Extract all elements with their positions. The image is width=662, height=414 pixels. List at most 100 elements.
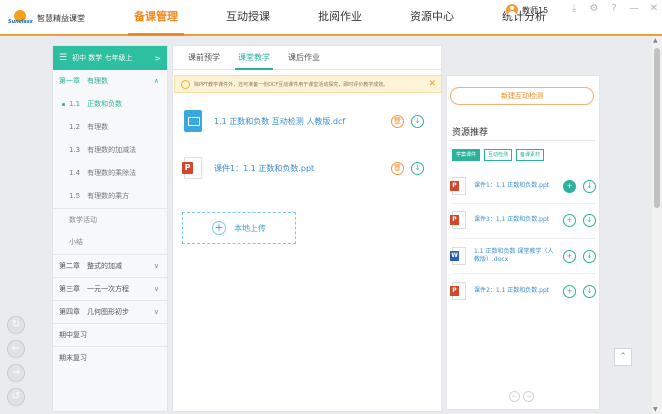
scroll-up-icon[interactable]: ▲ bbox=[653, 37, 658, 44]
lightbulb-icon bbox=[181, 79, 190, 89]
tree-chapter[interactable]: 第四章 几何图形初步 ∨ bbox=[53, 300, 167, 323]
avatar-icon bbox=[506, 4, 518, 16]
download-icon[interactable]: ⤓ bbox=[568, 3, 580, 15]
scrollbar[interactable]: ▲ ▼ bbox=[652, 36, 662, 414]
tree-chapter[interactable]: 期中复习 bbox=[53, 323, 167, 346]
delete-icon[interactable]: 🗑 bbox=[391, 114, 404, 128]
menu-icon: ☰ bbox=[59, 53, 68, 63]
tree-section[interactable]: 1.3 有理数的加减法 bbox=[53, 139, 167, 162]
tab-in-class[interactable]: 课堂教学 bbox=[229, 46, 279, 70]
forward-icon[interactable]: → bbox=[7, 364, 25, 382]
gear-icon[interactable]: ⚙ bbox=[588, 3, 600, 15]
ppt-file-icon bbox=[182, 157, 202, 179]
file-item[interactable]: 1.1 正数和负数 互动检测 人教版.dcf 🗑 ↓ bbox=[184, 108, 424, 134]
resource-item[interactable]: 课件3：1.1 正数和负数.ppt + ↓ bbox=[450, 209, 596, 231]
logo-mark: Sunclass bbox=[8, 10, 34, 26]
chapter-tree: ☰ 初中 数学 七年级上 > 第一章 有理数 ∧ 1.1 正数和负数 1.2 有理数 1… bbox=[52, 45, 168, 412]
download-icon[interactable]: ↓ bbox=[583, 213, 596, 227]
delete-icon[interactable]: 🗑 bbox=[391, 161, 404, 175]
download-icon[interactable]: ↓ bbox=[583, 179, 596, 193]
chevron-down-icon: ∨ bbox=[153, 308, 159, 316]
scroll-down-icon[interactable]: ▼ bbox=[653, 406, 658, 413]
app-name: 智慧精益课堂 bbox=[37, 13, 85, 23]
plus-icon: + bbox=[212, 221, 226, 235]
file-name[interactable]: 课件1：1.1 正数和负数.ppt bbox=[214, 163, 384, 174]
ppt-file-icon bbox=[450, 177, 466, 195]
tree-item-label: 1.4 有理数的乘除法 bbox=[69, 169, 137, 177]
user-menu[interactable]: 教师15 bbox=[506, 4, 548, 16]
ppt-file-icon bbox=[450, 282, 466, 300]
tree-item-label: 1.2 有理数 bbox=[69, 123, 109, 131]
resource-item[interactable]: 课件1：1.1 正数和负数.ppt + ↓ bbox=[450, 175, 596, 197]
tree-section[interactable]: 1.1 正数和负数 bbox=[53, 93, 167, 116]
download-icon[interactable]: ↓ bbox=[583, 249, 596, 263]
local-upload-button[interactable]: + 本地上传 bbox=[182, 212, 296, 244]
tree-section[interactable]: 1.4 有理数的乘除法 bbox=[53, 162, 167, 185]
back-icon[interactable]: ← bbox=[7, 340, 25, 358]
tree-item-label: 1.1 正数和负数 bbox=[69, 100, 123, 108]
ppt-file-icon bbox=[450, 211, 466, 229]
help-icon[interactable]: ? bbox=[608, 3, 620, 15]
tree-item-label: 小结 bbox=[69, 238, 83, 246]
filter-interactive-test[interactable]: 互动检测 bbox=[484, 149, 513, 161]
tree-list: 第一章 有理数 ∧ 1.1 正数和负数 1.2 有理数 1.3 有理数的加减法 1.4 有… bbox=[53, 70, 167, 369]
close-icon[interactable]: ✕ bbox=[428, 79, 436, 89]
tree-section[interactable]: 小结 bbox=[53, 231, 167, 254]
tip-banner: 除PPT教学课件外，还可准备一份DCF互动课件用于课堂活动探究，即时评价教学成效… bbox=[174, 75, 442, 93]
upload-label: 本地上传 bbox=[234, 223, 266, 233]
tab-after-class[interactable]: 课后作业 bbox=[279, 46, 329, 69]
divider bbox=[452, 203, 596, 204]
resource-pager: ← → bbox=[509, 391, 534, 402]
user-name: 教师15 bbox=[522, 5, 549, 15]
tree-item-label: 第一章 有理数 bbox=[59, 77, 108, 85]
add-icon[interactable]: + bbox=[563, 284, 576, 298]
tree-item-label: 第二章 整式的加减 bbox=[59, 262, 122, 270]
tree-section[interactable]: 数学活动 bbox=[53, 208, 167, 231]
prev-page-icon[interactable]: ← bbox=[509, 391, 520, 402]
tree-section[interactable]: 1.2 有理数 bbox=[53, 116, 167, 139]
tab-pre-class[interactable]: 课前预学 bbox=[179, 46, 229, 69]
chevron-down-icon: ∨ bbox=[153, 285, 159, 293]
filter-materials[interactable]: 备课素材 bbox=[516, 149, 545, 161]
download-icon[interactable]: ↓ bbox=[411, 161, 424, 175]
add-icon[interactable]: + bbox=[563, 249, 576, 263]
resource-name[interactable]: 1.1 正数和负数 课堂教学（人教版）.docx bbox=[474, 248, 556, 264]
next-page-icon[interactable]: → bbox=[523, 391, 534, 402]
resource-name[interactable]: 课件1：1.1 正数和负数.ppt bbox=[474, 182, 556, 190]
tree-item-label: 第三章 一元一次方程 bbox=[59, 285, 129, 293]
tree-chapter[interactable]: 期末复习 bbox=[53, 346, 167, 369]
minimize-icon[interactable]: — bbox=[628, 3, 640, 15]
close-icon[interactable]: ✕ bbox=[648, 3, 660, 15]
file-name[interactable]: 1.1 正数和负数 互动检测 人教版.dcf bbox=[214, 116, 384, 127]
add-icon[interactable]: + bbox=[563, 213, 576, 227]
nav-lesson-prep[interactable]: 备课管理 bbox=[110, 0, 202, 36]
resource-filters: 学案课件 互动检测 备课素材 bbox=[452, 149, 545, 161]
resource-item[interactable]: 课件2：1.1 正数和负数.ppt + ↓ bbox=[450, 280, 596, 302]
nav-interactive-teaching[interactable]: 互动授课 bbox=[202, 0, 294, 34]
divider bbox=[450, 140, 596, 141]
add-icon[interactable]: + bbox=[563, 179, 576, 193]
divider bbox=[452, 273, 596, 274]
grade-selector[interactable]: ☰ 初中 数学 七年级上 > bbox=[53, 46, 167, 70]
nav-grade-homework[interactable]: 批阅作业 bbox=[294, 0, 386, 34]
undo-icon[interactable]: ↺ bbox=[7, 388, 25, 406]
resource-name[interactable]: 课件2：1.1 正数和负数.ppt bbox=[474, 287, 556, 295]
nav-resource-center[interactable]: 资源中心 bbox=[386, 0, 478, 34]
file-item[interactable]: 课件1：1.1 正数和负数.ppt 🗑 ↓ bbox=[182, 155, 424, 181]
resource-item[interactable]: 1.1 正数和负数 课堂教学（人教版）.docx + ↓ bbox=[450, 245, 596, 267]
tree-section[interactable]: 1.5 有理数的乘方 bbox=[53, 185, 167, 208]
tree-chapter[interactable]: 第三章 一元一次方程 ∨ bbox=[53, 277, 167, 300]
scrollbar-thumb[interactable] bbox=[654, 48, 660, 208]
tree-item-label: 1.3 有理数的加减法 bbox=[69, 146, 137, 154]
download-icon[interactable]: ↓ bbox=[583, 284, 596, 298]
tip-text: 除PPT教学课件外，还可准备一份DCF互动课件用于课堂活动探究，即时评价教学成效… bbox=[194, 81, 389, 88]
resource-name[interactable]: 课件3：1.1 正数和负数.ppt bbox=[474, 216, 556, 224]
new-interactive-test-button[interactable]: 新建互动检测 bbox=[450, 87, 594, 105]
back-to-top-button[interactable]: ⌃ bbox=[614, 348, 632, 366]
filter-courseware[interactable]: 学案课件 bbox=[452, 149, 481, 161]
tree-chapter[interactable]: 第一章 有理数 ∧ bbox=[53, 70, 167, 93]
download-icon[interactable]: ↓ bbox=[411, 114, 424, 128]
refresh-icon[interactable]: ↻ bbox=[7, 316, 25, 334]
tree-chapter[interactable]: 第二章 整式的加减 ∨ bbox=[53, 254, 167, 277]
stage-tabs: 课前预学 课堂教学 课后作业 bbox=[173, 46, 441, 70]
